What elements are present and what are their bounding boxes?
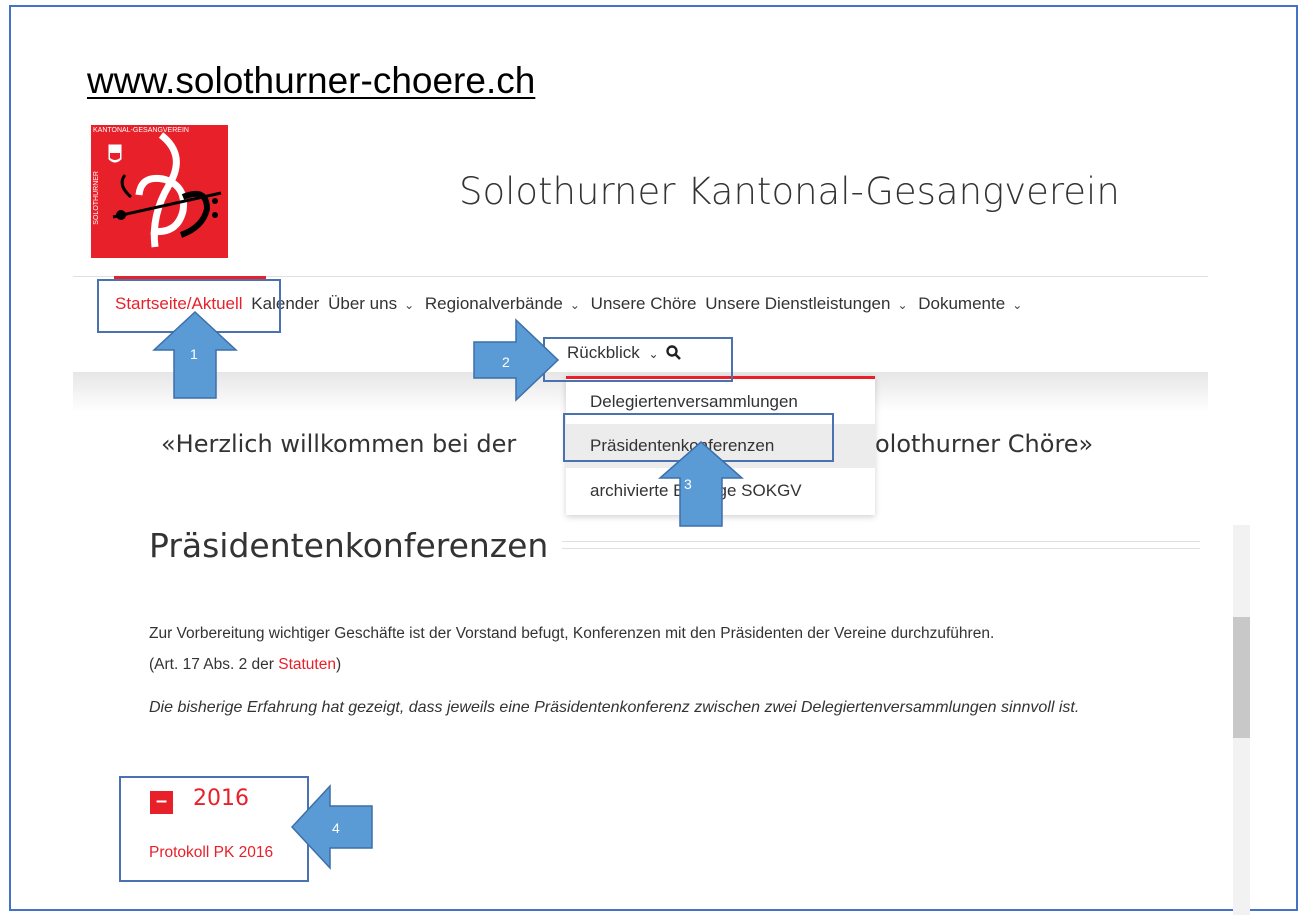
nav-item-regionalverbaende-label: Regionalverbände	[424, 294, 563, 313]
site-logo[interactable]: KANTONAL-GESANGVEREIN SOLOTHURNER	[91, 125, 228, 258]
treble-clef-icon	[108, 132, 222, 248]
page-title: Präsidentenkonferenzen	[149, 526, 549, 565]
statuten-link[interactable]: Statuten	[278, 656, 336, 673]
nav-item-unsere-choere[interactable]: Unsere Chöre	[591, 294, 697, 314]
annotation-label-4: 4	[332, 820, 340, 836]
annotation-arrow-3	[658, 441, 744, 527]
italic-note: Die bisherige Erfahrung hat gezeigt, das…	[149, 699, 1080, 716]
annotation-label-3: 3	[684, 476, 692, 492]
chevron-down-icon: ⌄	[569, 298, 580, 312]
nav-item-dokumente-label: Dokumente	[918, 294, 1006, 313]
nav-item-regionalverbaende[interactable]: Regionalverbände ⌄	[425, 294, 582, 314]
nav-item-dienstleistungen[interactable]: Unsere Dienstleistungen ⌄	[705, 294, 909, 314]
nav-item-dienstleistungen-label: Unsere Dienstleistungen	[705, 294, 891, 313]
intro-paragraph: Zur Vorbereitung wichtiger Geschäfte ist…	[149, 618, 1209, 680]
chevron-down-icon: ⌄	[1012, 298, 1023, 312]
chevron-down-icon: ⌄	[404, 298, 415, 312]
nav-item-ueber-uns-label: Über uns	[328, 294, 398, 313]
intro-line-2-prefix: (Art. 17 Abs. 2 der	[149, 656, 279, 673]
annotation-arrow-2	[473, 318, 560, 402]
site-title: Solothurner Kantonal-Gesangverein	[459, 170, 1120, 213]
intro-line-2: (Art. 17 Abs. 2 der Statuten)	[149, 649, 1209, 680]
nav-item-dokumente[interactable]: Dokumente ⌄	[918, 294, 1024, 314]
intro-line-2-suffix: )	[335, 656, 342, 673]
welcome-text-left: «Herzlich willkommen bei der	[161, 430, 517, 458]
annotation-label-2: 2	[502, 354, 510, 370]
nav-item-ueber-uns[interactable]: Über uns ⌄	[328, 294, 416, 314]
scrollbar-thumb[interactable]	[1233, 617, 1250, 738]
welcome-text-right: olothurner Chöre»	[875, 430, 1094, 458]
annotation-box-4	[119, 776, 309, 882]
site-url[interactable]: www.solothurner-choere.ch	[87, 60, 535, 102]
annotation-box-2	[543, 337, 733, 382]
intro-line-1: Zur Vorbereitung wichtiger Geschäfte ist…	[149, 625, 995, 642]
chevron-down-icon: ⌄	[897, 298, 908, 312]
title-rule	[562, 541, 1200, 549]
annotation-label-1: 1	[190, 346, 198, 362]
